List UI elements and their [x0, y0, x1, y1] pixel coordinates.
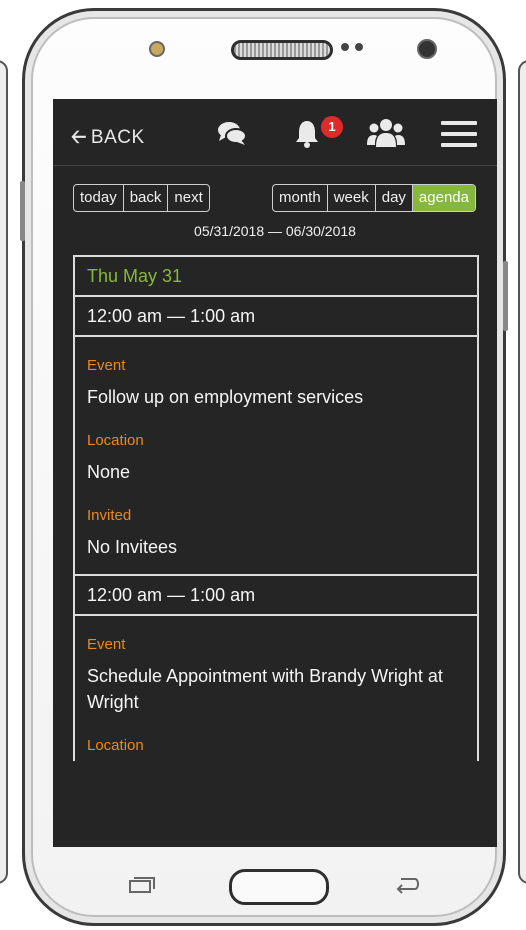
agenda-list[interactable]: Thu May 31 12:00 am — 1:00 am Event Foll… [73, 255, 479, 847]
phone-frame: 🡠 BACK 1 today back next month week day … [20, 8, 508, 926]
invited-label: Invited [87, 507, 132, 524]
background-phone-left [0, 60, 8, 884]
back-nav-button[interactable]: back [122, 185, 168, 211]
today-button[interactable]: today [74, 185, 123, 211]
calendar-nav-group: today back next [73, 184, 210, 212]
back-button[interactable]: 🡠 BACK [71, 123, 145, 155]
location-label: Location [87, 737, 144, 754]
earpiece-speaker [231, 40, 333, 60]
sensor-dot-icon [341, 43, 349, 51]
event-time: 12:00 am — 1:00 am [75, 297, 477, 337]
volume-button [20, 181, 25, 241]
arrow-left-icon: 🡠 [71, 127, 87, 148]
background-phone-right [518, 60, 526, 884]
notification-badge: 1 [319, 114, 345, 140]
day-header: Thu May 31 [75, 257, 477, 297]
screen-bottom-area [53, 761, 497, 847]
home-button[interactable] [229, 869, 329, 905]
event-title: Follow up on employment services [87, 387, 364, 407]
event-details: Event Follow up on employment services L… [75, 337, 477, 576]
agenda-view-button[interactable]: agenda [411, 185, 475, 211]
chat-icon[interactable] [217, 121, 247, 147]
day-view-button[interactable]: day [374, 185, 412, 211]
back-key-icon[interactable] [393, 875, 421, 895]
next-button[interactable]: next [167, 185, 208, 211]
sensor-dot-icon [355, 43, 363, 51]
month-view-button[interactable]: month [273, 185, 327, 211]
recent-apps-icon[interactable] [129, 877, 155, 893]
sensor-icon [149, 41, 165, 57]
group-icon[interactable] [367, 117, 405, 149]
event-label: Event [87, 636, 126, 653]
invited-value: No Invitees [87, 537, 178, 557]
event-time: 12:00 am — 1:00 am [75, 576, 477, 616]
event-label: Event [87, 357, 126, 374]
location-value: None [87, 462, 131, 482]
location-label: Location [87, 432, 144, 449]
agenda-event[interactable]: 12:00 am — 1:00 am Event Follow up on em… [75, 297, 477, 576]
week-view-button[interactable]: week [326, 185, 375, 211]
front-camera-icon [417, 39, 437, 59]
calendar-view-group: month week day agenda [272, 184, 476, 212]
app-screen: 🡠 BACK 1 today back next month week day … [53, 99, 497, 847]
top-navigation-bar: 🡠 BACK 1 [53, 99, 497, 166]
event-title: Schedule Appointment with Brandy Wright … [87, 666, 443, 712]
bell-icon[interactable] [293, 119, 321, 149]
agenda-event[interactable]: 12:00 am — 1:00 am Event Schedule Appoin… [75, 576, 477, 762]
power-button [503, 261, 508, 331]
event-details: Event Schedule Appointment with Brandy W… [75, 616, 477, 762]
back-label: BACK [90, 127, 145, 148]
date-range: 05/31/2018 — 06/30/2018 [194, 223, 356, 239]
